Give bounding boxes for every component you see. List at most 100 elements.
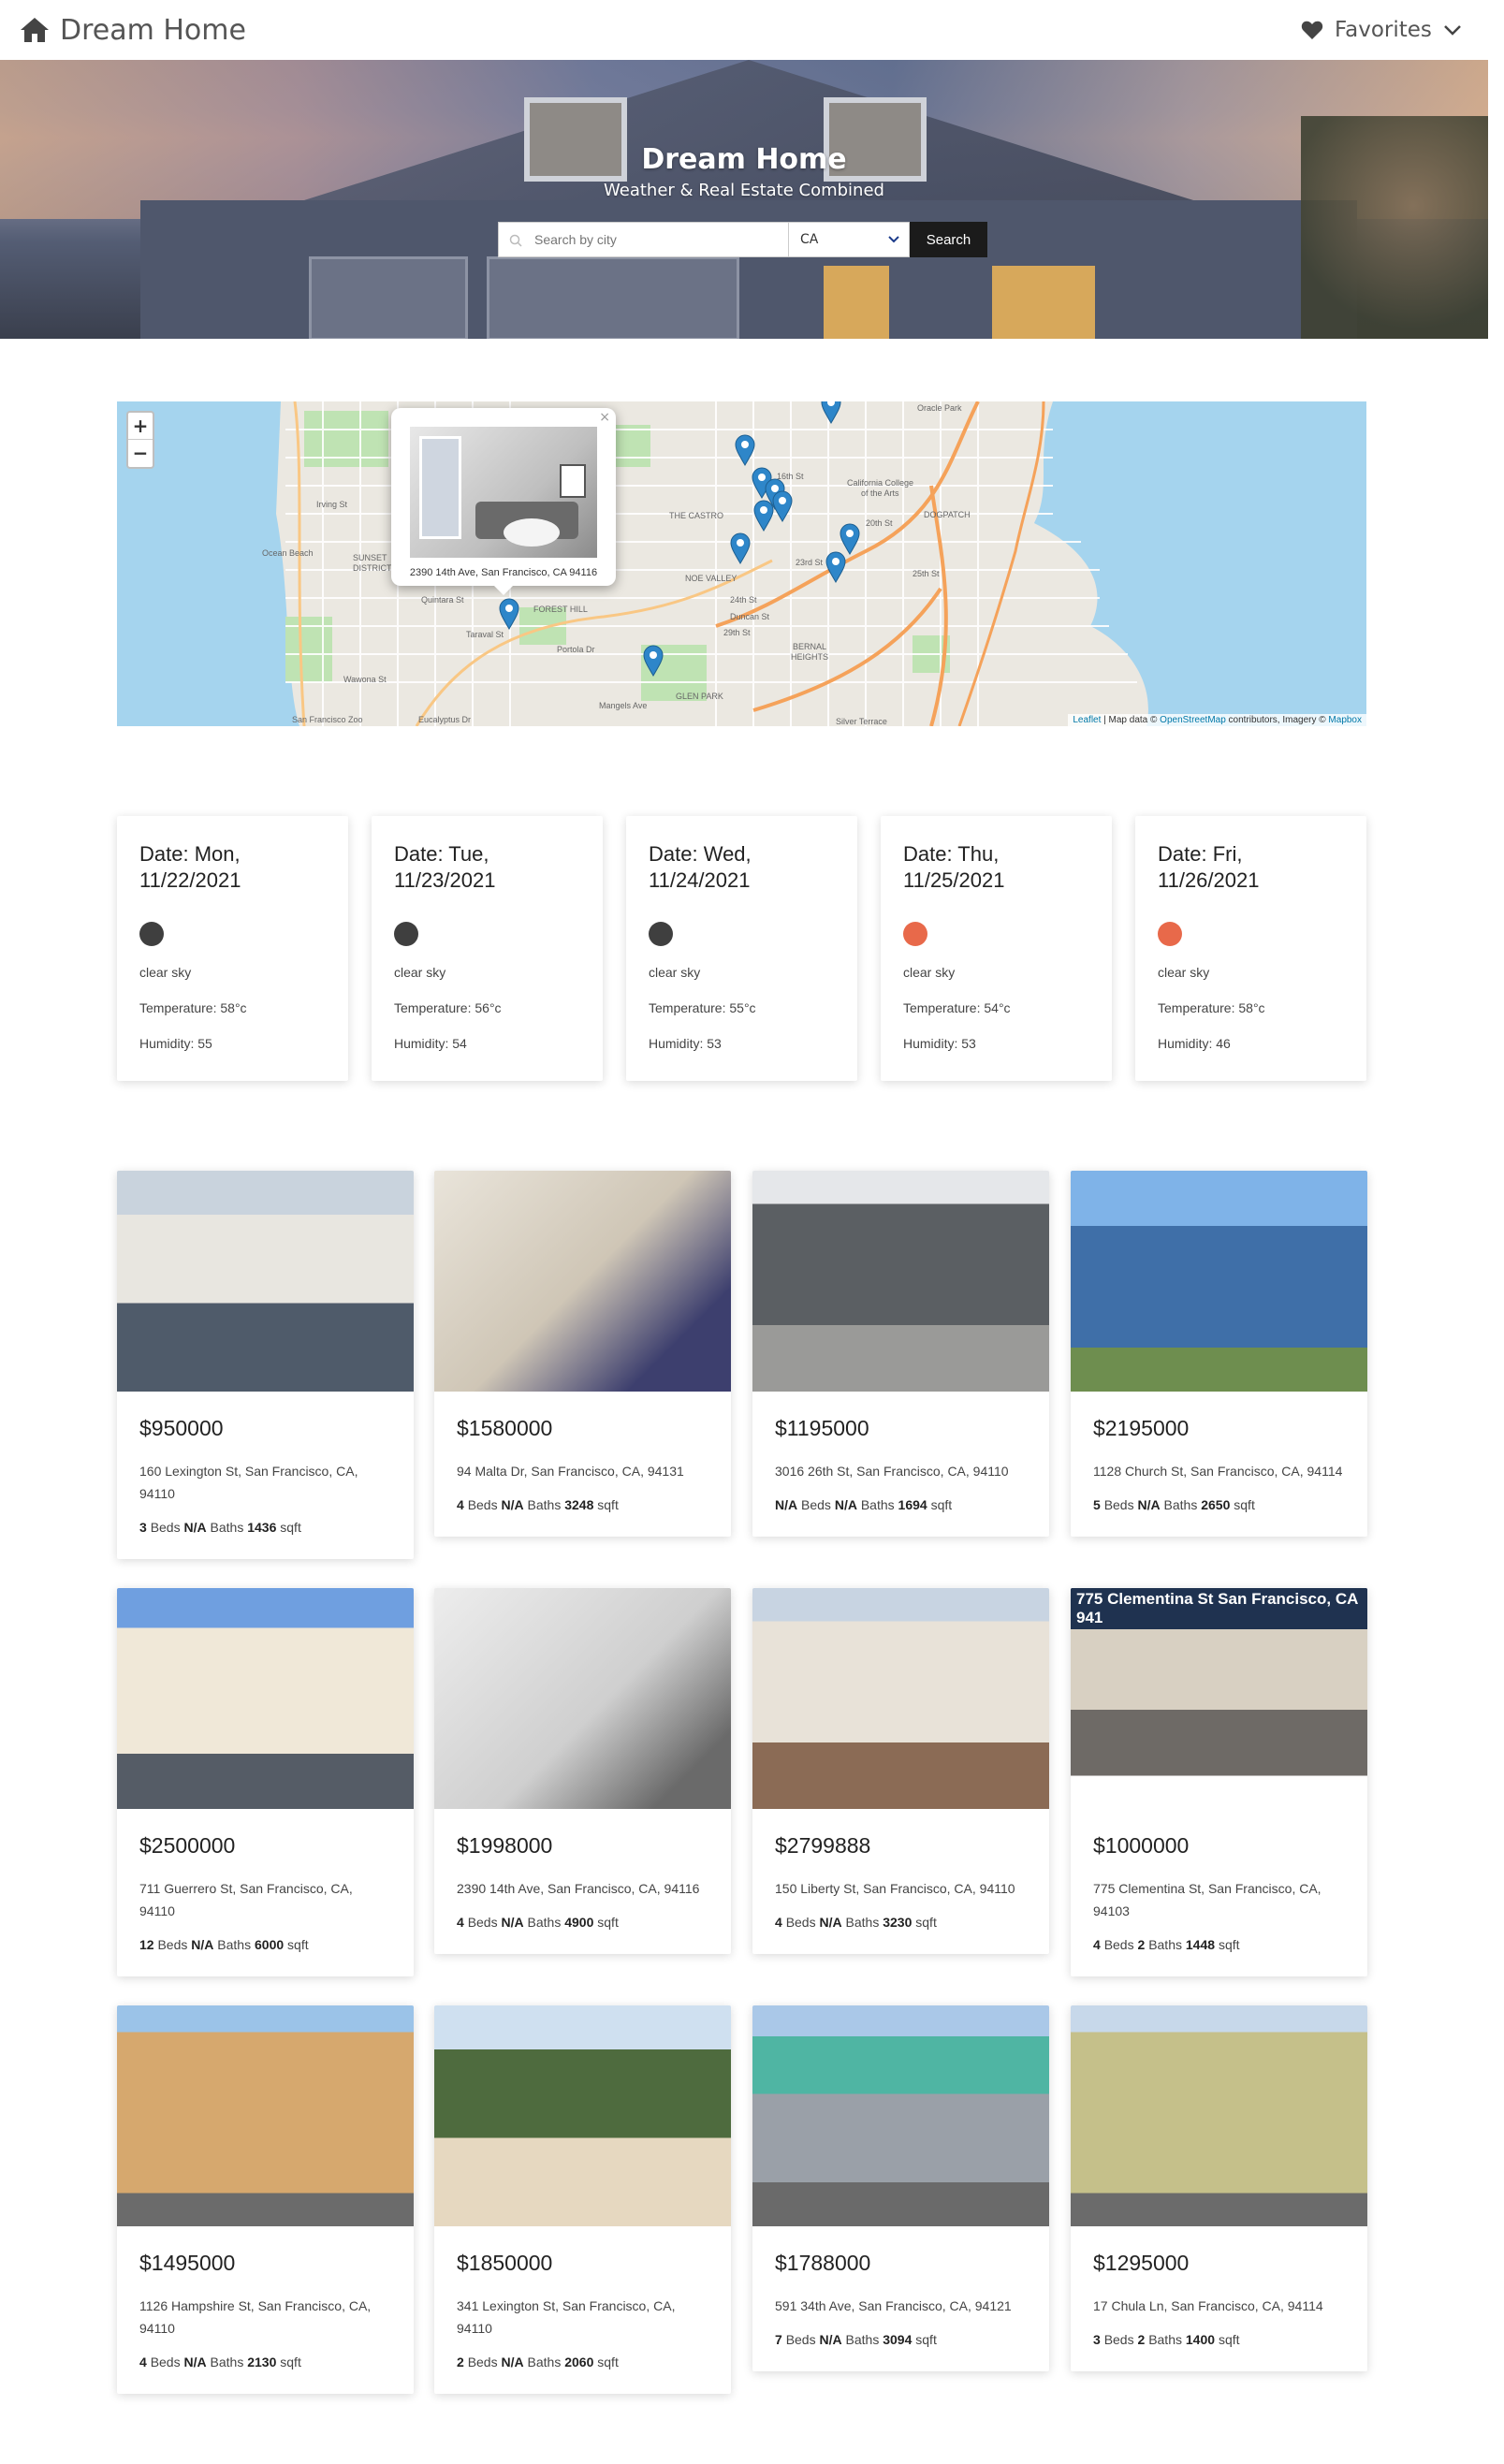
weather-icon — [394, 922, 418, 946]
listing-photo[interactable]: 775 Clementina St San Francisco, CA 941 — [1071, 1588, 1367, 1809]
hero-window-light — [992, 266, 1095, 339]
weather-card: Date: Mon, 11/22/2021 clear sky Temperatur… — [117, 816, 348, 1081]
weather-temperature: Temperature: 58°c — [1158, 1000, 1265, 1015]
map-marker[interactable] — [772, 490, 793, 522]
baths-label: Baths — [527, 1915, 562, 1930]
map-marker[interactable] — [499, 598, 519, 630]
listing-photo[interactable] — [1071, 1171, 1367, 1392]
zoom-in-button[interactable]: + — [128, 413, 153, 440]
map-marker[interactable] — [825, 551, 846, 583]
listing-card[interactable]: $2195000 1128 Church St, San Francisco, C… — [1071, 1171, 1367, 1537]
listing-features: 5 Beds N/A Baths 2650 sqft — [1093, 1497, 1345, 1512]
state-select-value: CA — [800, 232, 819, 247]
listing-photo[interactable] — [752, 1171, 1049, 1392]
listing-photo[interactable] — [434, 1588, 731, 1809]
weather-icon — [1158, 922, 1182, 946]
listing-price: $1850000 — [457, 2251, 553, 2275]
listing-address: 711 Guerrero St, San Francisco, CA, 9411… — [139, 1881, 353, 1918]
listing-card[interactable]: $2799888 150 Liberty St, San Francisco, C… — [752, 1588, 1049, 1954]
baths-label: Baths — [860, 1497, 895, 1512]
map-label: Wawona St — [343, 675, 387, 684]
listing-card[interactable]: $1998000 2390 14th Ave, San Francisco, CA… — [434, 1588, 731, 1954]
map-label: 29th St — [723, 628, 751, 637]
listing-card[interactable]: 775 Clementina St San Francisco, CA 941 $… — [1071, 1588, 1367, 1976]
map-marker[interactable] — [821, 401, 841, 424]
map-label: 25th St — [913, 569, 940, 578]
listing-card[interactable]: $1850000 341 Lexington St, San Francisco,… — [434, 2005, 731, 2394]
map-label: DISTRICT — [353, 563, 392, 573]
listing-photo[interactable] — [434, 1171, 731, 1392]
listing-card[interactable]: $1195000 3016 26th St, San Francisco, CA,… — [752, 1171, 1049, 1537]
listing-photo[interactable] — [752, 1588, 1049, 1809]
listing-beds: 2 — [457, 2355, 464, 2369]
baths-label: Baths — [217, 1937, 252, 1952]
listing-address: 2390 14th Ave, San Francisco, CA, 94116 — [457, 1881, 700, 1896]
map-label: California College — [847, 478, 913, 488]
weather-icon — [903, 922, 927, 946]
map-marker[interactable] — [735, 434, 755, 466]
listing-card[interactable]: $2500000 711 Guerrero St, San Francisco, … — [117, 1588, 414, 1976]
city-search-input[interactable] — [498, 222, 788, 257]
map-label: San Francisco Zoo — [292, 715, 363, 724]
search-button[interactable]: Search — [910, 222, 987, 257]
listing-card[interactable]: $1495000 1126 Hampshire St, San Francisco… — [117, 2005, 414, 2394]
listing-sqft: 3248 — [564, 1497, 594, 1512]
baths-label: Baths — [1148, 2332, 1182, 2347]
listing-photo[interactable] — [434, 2005, 731, 2226]
listing-card[interactable]: $950000 160 Lexington St, San Francisco, … — [117, 1171, 414, 1559]
weather-card: Date: Fri, 11/26/2021 clear sky Temperatur… — [1135, 816, 1366, 1081]
weather-date: Date: Mon, 11/22/2021 — [139, 842, 241, 892]
popup-close-button[interactable]: × — [599, 410, 610, 425]
weather-temperature: Temperature: 54°c — [903, 1000, 1011, 1015]
mapbox-link[interactable]: Mapbox — [1328, 715, 1362, 725]
listing-card[interactable]: $1580000 94 Malta Dr, San Francisco, CA, … — [434, 1171, 731, 1537]
beds-label: Beds — [785, 1915, 816, 1930]
zoom-out-button[interactable]: − — [128, 440, 153, 467]
weather-date: Date: Thu, 11/25/2021 — [903, 842, 1005, 892]
map-marker[interactable] — [753, 500, 774, 532]
listing-photo[interactable] — [752, 2005, 1049, 2226]
listing-baths: N/A — [819, 1915, 842, 1930]
listing-address: 17 Chula Ln, San Francisco, CA, 94114 — [1093, 2298, 1323, 2313]
brand-link[interactable]: Dream Home — [19, 11, 246, 49]
map-label: NOE VALLEY — [685, 574, 737, 583]
listing-beds: 4 — [457, 1497, 464, 1512]
sqft-label: sqft — [597, 2355, 619, 2369]
listing-beds: 7 — [775, 2332, 782, 2347]
weather-date: Date: Tue, 11/23/2021 — [394, 842, 496, 892]
map-label: 24th St — [730, 595, 757, 605]
property-map[interactable]: Irving St Ocean Beach SUNSET DISTRICT Qu… — [117, 401, 1366, 726]
listing-baths: N/A — [183, 1520, 207, 1535]
favorites-dropdown[interactable]: Favorites — [1301, 13, 1462, 47]
weather-date: Date: Wed, 11/24/2021 — [649, 842, 752, 892]
sqft-label: sqft — [280, 1520, 301, 1535]
map-marker[interactable] — [730, 532, 751, 564]
listing-card[interactable]: $1788000 591 34th Ave, San Francisco, CA,… — [752, 2005, 1049, 2371]
weather-humidity: Humidity: 54 — [394, 1036, 467, 1051]
map-marker[interactable] — [840, 523, 860, 555]
listing-photo[interactable] — [117, 2005, 414, 2226]
listing-address: 160 Lexington St, San Francisco, CA, 941… — [139, 1464, 358, 1501]
listing-price: $1788000 — [775, 2251, 871, 2275]
map-marker[interactable] — [643, 645, 664, 677]
map-label: DOGPATCH — [924, 510, 971, 519]
listing-card[interactable]: $1295000 17 Chula Ln, San Francisco, CA, … — [1071, 2005, 1367, 2371]
weather-card: Date: Tue, 11/23/2021 clear sky Temperatur… — [372, 816, 603, 1081]
listing-address: 591 34th Ave, San Francisco, CA, 94121 — [775, 2298, 1012, 2313]
listing-photo[interactable] — [1071, 2005, 1367, 2226]
chevron-down-icon — [1444, 25, 1461, 36]
state-select[interactable]: CA — [788, 222, 910, 257]
weather-description: clear sky — [394, 965, 446, 980]
map-label: Irving St — [316, 500, 348, 509]
sqft-label: sqft — [915, 1915, 937, 1930]
listing-photo[interactable] — [117, 1588, 414, 1809]
listing-price: $1295000 — [1093, 2251, 1190, 2275]
listing-photo[interactable] — [117, 1171, 414, 1392]
baths-label: Baths — [210, 2355, 244, 2369]
sqft-label: sqft — [1218, 2332, 1240, 2347]
leaflet-link[interactable]: Leaflet — [1073, 715, 1101, 725]
map-label: GLEN PARK — [676, 692, 723, 701]
map-label: 20th St — [866, 518, 893, 528]
osm-link[interactable]: OpenStreetMap — [1160, 715, 1226, 725]
listing-baths: N/A — [501, 2355, 524, 2369]
